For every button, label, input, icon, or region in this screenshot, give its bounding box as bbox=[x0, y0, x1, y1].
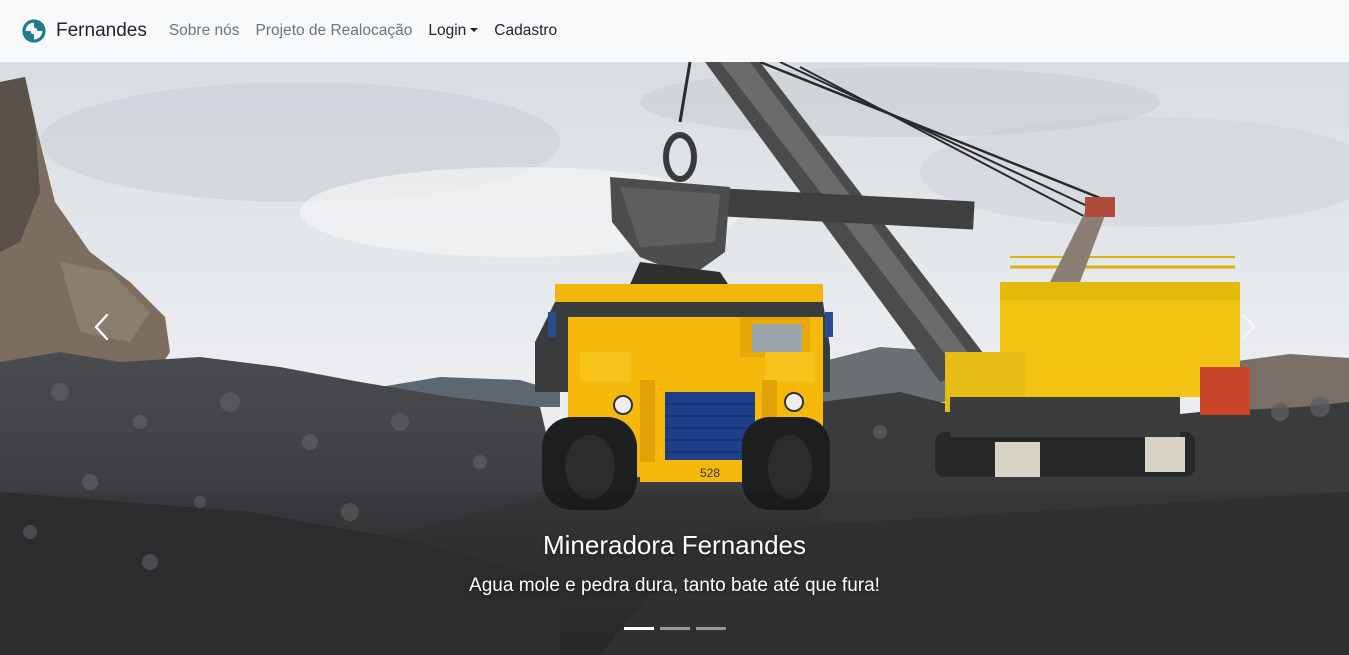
carousel-indicator-2[interactable] bbox=[660, 627, 690, 630]
carousel-indicator-3[interactable] bbox=[696, 627, 726, 630]
brand-name: Fernandes bbox=[56, 20, 147, 41]
carousel-caption-text: Agua mole e pedra dura, tanto bate até q… bbox=[469, 575, 880, 596]
nav-link-login-label: Login bbox=[428, 22, 467, 39]
brand[interactable]: Fernandes bbox=[22, 19, 147, 43]
logo-icon bbox=[22, 19, 46, 43]
carousel-indicator-1[interactable] bbox=[624, 627, 654, 630]
caret-down-icon bbox=[470, 28, 479, 32]
nav-link-cadastro[interactable]: Cadastro bbox=[494, 22, 557, 40]
carousel-slide-image: 528 bbox=[0, 62, 1349, 655]
carousel-indicators bbox=[624, 627, 726, 630]
truck-number: 528 bbox=[700, 466, 720, 480]
hero-carousel: 528 Mineradora Fernandes Agua mole e ped… bbox=[0, 62, 1349, 655]
carousel-prev-button[interactable] bbox=[72, 292, 132, 362]
chevron-right-icon bbox=[1241, 313, 1256, 341]
navbar: Fernandes Sobre nós Projeto de Realocaçã… bbox=[0, 0, 1349, 62]
nav-dropdown-login[interactable]: Login bbox=[428, 22, 479, 40]
carousel-caption-title: Mineradora Fernandes bbox=[542, 530, 807, 560]
nav-link-sobre-nos[interactable]: Sobre nós bbox=[169, 22, 240, 40]
nav-link-projeto-realocacao[interactable]: Projeto de Realocação bbox=[256, 22, 413, 40]
chevron-left-icon bbox=[94, 313, 109, 341]
carousel-next-button[interactable] bbox=[1218, 292, 1278, 362]
